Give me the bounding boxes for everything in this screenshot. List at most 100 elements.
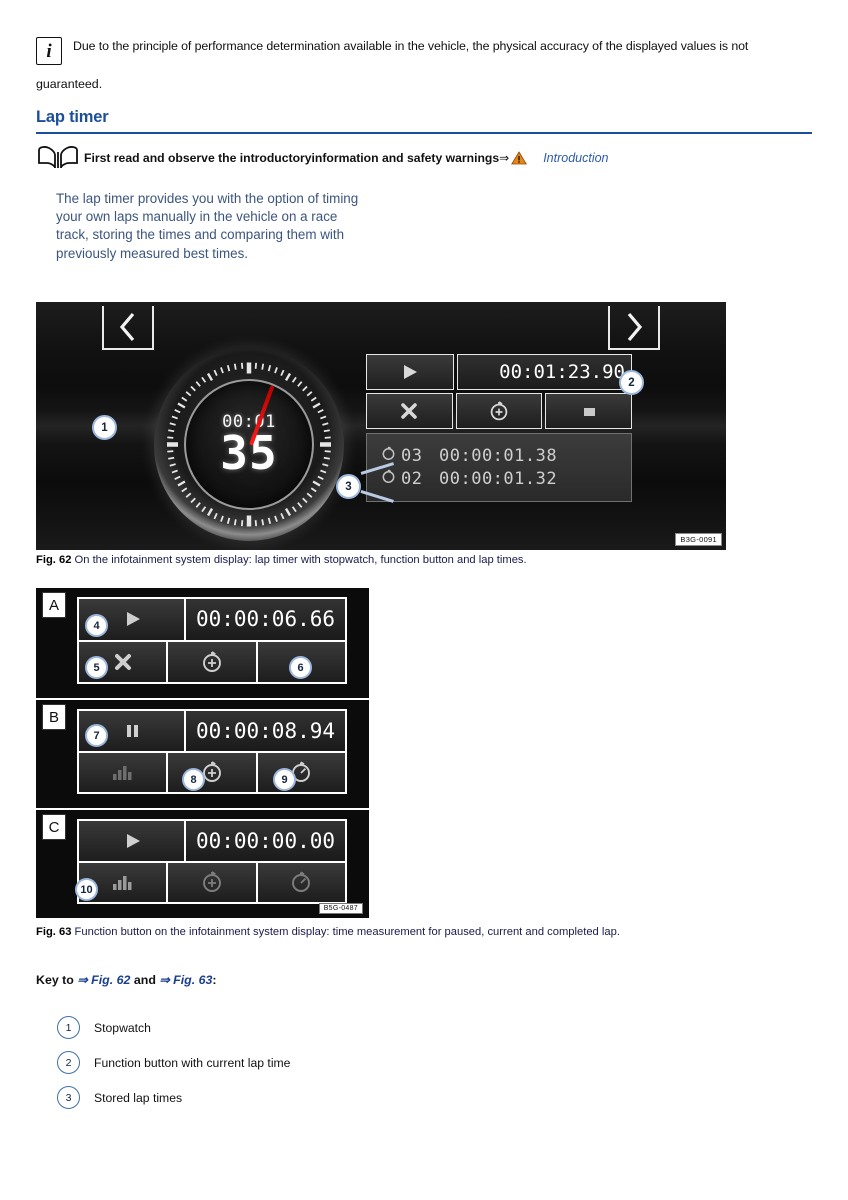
read-first-label: First read and observe the introductoryi… xyxy=(84,151,500,165)
stopwatch-icon xyxy=(292,871,311,893)
read-first-text: First read and observe the introductoryi… xyxy=(84,151,609,165)
panel-label-a: A xyxy=(42,592,66,618)
image-code: B5G-0487 xyxy=(318,903,363,914)
stored-lap-times-list[interactable]: 03 00:00:01.38 02 00:00:01.32 xyxy=(366,433,632,502)
dial-face: 00:01 35 xyxy=(184,379,314,510)
lap-number: 02 xyxy=(401,469,423,489)
list-item: 2 Function button with current lap time xyxy=(57,1045,557,1080)
page-title: Lap timer xyxy=(36,108,109,126)
callout-5: 5 xyxy=(85,656,108,679)
figure-63-image: A 00:00:06.66 4 5 6 B 00:00:08.94 7 8 9 … xyxy=(36,588,369,920)
info-note: i Due to the principle of performance de… xyxy=(36,36,812,95)
chevron-right-icon xyxy=(627,312,643,342)
list-item[interactable]: 02 00:00:01.32 xyxy=(381,469,625,489)
new-lap-button[interactable] xyxy=(455,393,543,429)
previous-screen-button[interactable] xyxy=(102,306,154,350)
info-note-text-continued: guaranteed. xyxy=(36,77,103,91)
stop-icon xyxy=(583,408,595,416)
key-figure-ref-63[interactable]: ⇒ Fig. 63 xyxy=(159,973,212,987)
intro-paragraph: The lap timer provides you with the opti… xyxy=(56,191,359,261)
key-label-1: Stopwatch xyxy=(94,1020,151,1035)
add-lap-icon xyxy=(203,650,221,672)
panel-c-time: 00:00:00.00 xyxy=(186,821,345,861)
key-label-3: Stored lap times xyxy=(94,1090,183,1105)
callout-6: 6 xyxy=(289,656,312,679)
callout-10: 10 xyxy=(75,878,98,901)
stop-button[interactable] xyxy=(545,393,633,429)
callout-4: 4 xyxy=(85,614,108,637)
current-lap-time: 00:01:23.90 xyxy=(457,354,632,390)
introduction-link[interactable]: Introduction xyxy=(543,151,608,165)
document-page: i Due to the principle of performance de… xyxy=(0,0,848,1200)
callout-7: 7 xyxy=(85,724,108,747)
key-bubble-1: 1 xyxy=(57,1016,80,1039)
function-button-panel: 00:01:23.90 03 00:00:01.38 02 00:00:01.3… xyxy=(366,354,633,502)
panel-b-time: 00:00:08.94 xyxy=(186,711,345,751)
section-divider xyxy=(36,132,812,134)
play-icon xyxy=(126,833,140,848)
callout-9: 9 xyxy=(273,768,296,791)
figure-62-caption: Fig. 62 On the infotainment system displ… xyxy=(36,554,736,566)
key-bubble-2: 2 xyxy=(57,1051,80,1074)
add-lap-icon xyxy=(490,401,508,421)
key-list: 1 Stopwatch 2 Function button with curre… xyxy=(57,1010,557,1115)
cross-icon xyxy=(114,653,131,670)
add-lap-icon xyxy=(203,871,221,893)
lap-time-value: 00:00:01.32 xyxy=(439,469,558,489)
lap-number: 03 xyxy=(401,446,423,466)
play-icon xyxy=(404,365,417,379)
cancel-button[interactable] xyxy=(366,393,453,429)
read-first-notice: First read and observe the introductoryi… xyxy=(36,145,812,171)
section-header: Lap timer xyxy=(36,108,812,134)
panel-a-time: 00:00:06.66 xyxy=(186,599,345,640)
lap-time-value: 00:00:01.38 xyxy=(439,446,558,466)
panel-label-c: C xyxy=(42,814,66,840)
key-bubble-3: 3 xyxy=(57,1086,80,1109)
figure-63-label: Fig. 63 xyxy=(36,926,72,938)
key-heading-colon: : xyxy=(212,973,217,987)
info-icon: i xyxy=(36,37,62,65)
callout-1: 1 xyxy=(92,415,117,440)
next-screen-button[interactable] xyxy=(608,306,660,350)
chevron-left-icon xyxy=(119,312,135,342)
panel-label-b: B xyxy=(42,704,66,730)
key-heading-prefix: Key to xyxy=(36,973,74,987)
figure-62-caption-text: On the infotainment system display: lap … xyxy=(74,554,527,566)
figure-63-panel-b: B 00:00:08.94 7 8 9 xyxy=(36,698,369,808)
warning-triangle-icon xyxy=(511,151,528,165)
callout-8: 8 xyxy=(182,768,205,791)
figure-63-panel-c: C 00:00:00.00 10 B5G-0487 xyxy=(36,808,369,918)
bar-chart-icon xyxy=(112,876,132,891)
bar-chart-icon xyxy=(112,766,132,781)
figure-62-label: Fig. 62 xyxy=(36,554,72,566)
figure-63-caption-text: Function button on the infotainment syst… xyxy=(74,926,620,938)
statistics-button[interactable] xyxy=(79,752,169,792)
new-lap-button[interactable] xyxy=(168,641,258,682)
start-button[interactable] xyxy=(79,821,186,861)
lap-circle-icon xyxy=(381,469,401,489)
new-lap-button[interactable] xyxy=(168,862,258,902)
list-item[interactable]: 03 00:00:01.38 xyxy=(381,446,625,466)
book-icon xyxy=(38,146,78,169)
image-code: B3G-0091 xyxy=(675,533,722,546)
list-item: 3 Stored lap times xyxy=(57,1080,557,1115)
figure-62-image: 00:01 35 00:01:23.90 03 00:00:01.38 02 0… xyxy=(36,302,726,550)
new-lap-button[interactable] xyxy=(168,752,258,792)
figure-63-panel-a: A 00:00:06.66 4 5 6 xyxy=(36,588,369,698)
pause-icon xyxy=(126,724,138,737)
callout-3: 3 xyxy=(336,474,361,499)
start-button[interactable] xyxy=(366,354,454,390)
lap-timer-button[interactable] xyxy=(257,862,345,902)
lap-timer-button[interactable] xyxy=(257,752,345,792)
stopwatch-seconds: 35 xyxy=(220,425,278,480)
play-icon xyxy=(126,612,140,627)
key-label-2: Function button with current lap time xyxy=(94,1055,291,1070)
key-heading-and: and xyxy=(133,973,156,987)
figure-63-caption: Fig. 63 Function button on the infotainm… xyxy=(36,926,736,938)
list-item: 1 Stopwatch xyxy=(57,1010,557,1045)
key-figure-ref-62[interactable]: ⇒ Fig. 62 xyxy=(77,973,130,987)
stopwatch-dial: 00:01 35 xyxy=(154,348,344,541)
cross-icon xyxy=(401,403,418,419)
callout-2: 2 xyxy=(619,370,644,395)
key-heading: Key to ⇒ Fig. 62 and ⇒ Fig. 63: xyxy=(36,972,217,987)
